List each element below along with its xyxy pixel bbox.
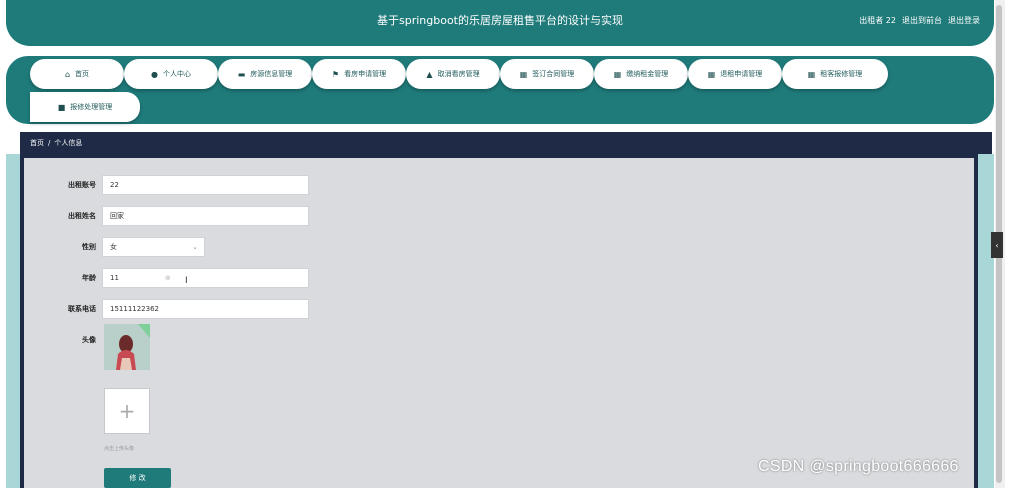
upload-avatar-button[interactable]: +	[104, 388, 150, 434]
app-title: 基于springboot的乐居房屋租售平台的设计与实现	[376, 14, 623, 27]
watermark: CSDN @springboot666666	[758, 458, 959, 475]
nav-item-profile[interactable]: ● 个人中心	[124, 59, 218, 89]
user-icon: ●	[151, 69, 158, 79]
age-label: 年龄	[82, 274, 96, 282]
account-row: 出租账号 22	[24, 175, 309, 195]
page: 基于springboot的乐居房屋租售平台的设计与实现 出租者 22 退出到前台…	[0, 0, 1009, 488]
nav-item-repair-handling[interactable]: ■ 报修处理管理	[30, 92, 140, 122]
plus-icon: +	[118, 399, 136, 423]
gender-select[interactable]: 女 ⌄	[102, 237, 205, 257]
breadcrumb-current: 个人信息	[54, 139, 83, 147]
gender-label: 性别	[82, 243, 96, 251]
grid-icon: ▦	[807, 69, 816, 79]
phone-row: 联系电话 15111122362	[24, 299, 309, 319]
upload-hint: 点击上传头像	[104, 446, 135, 452]
text-cursor-icon: I	[185, 276, 188, 286]
nav-item-viewing-requests[interactable]: ⚑ 看房申请管理	[312, 59, 406, 89]
nav-item-listings[interactable]: ▬ 房源信息管理	[218, 59, 312, 89]
account-input[interactable]: 22	[102, 175, 309, 195]
gender-row: 性别 女 ⌄	[24, 237, 205, 257]
phone-input[interactable]: 15111122362	[102, 299, 309, 319]
chevron-down-icon: ⌄	[192, 243, 198, 251]
collapse-tab[interactable]: ‹	[991, 232, 1003, 258]
gender-value: 女	[110, 243, 117, 251]
breadcrumb-separator: /	[48, 139, 51, 147]
avatar-label: 头像	[82, 336, 96, 344]
name-row: 出租姓名 回家	[24, 206, 309, 226]
name-input[interactable]: 回家	[102, 206, 309, 226]
name-label: 出租姓名	[68, 212, 96, 220]
background-strip-right	[978, 154, 994, 488]
age-row: 年龄 11 ⊗	[24, 268, 309, 288]
grid-icon: ▦	[519, 69, 528, 79]
current-user: 出租者 22	[859, 16, 896, 25]
briefcase-icon: ■	[57, 102, 66, 112]
age-value: 11	[110, 274, 119, 282]
flag-icon: ⚑	[331, 69, 340, 79]
logout-link[interactable]: 退出登录	[948, 15, 980, 26]
thumb-icon: ▲	[426, 69, 433, 79]
home-icon: ⌂	[64, 69, 71, 79]
grid-icon: ▦	[613, 69, 622, 79]
nav-item-checkout-requests[interactable]: ▦ 退租申请管理	[688, 59, 782, 89]
grid-icon: ▦	[707, 69, 716, 79]
nav-item-tenant-repairs[interactable]: ▦ 租客报修管理	[782, 59, 888, 89]
background-strip-left	[6, 154, 20, 488]
nav-item-cancel-viewing[interactable]: ▲ 取消看房管理	[406, 59, 500, 89]
avatar-row: 头像	[24, 335, 102, 345]
submit-button[interactable]: 修 改	[104, 468, 171, 488]
account-label: 出租账号	[68, 181, 96, 189]
phone-label: 联系电话	[68, 305, 96, 313]
back-to-front-link[interactable]: 退出到前台	[902, 15, 942, 26]
breadcrumb: 首页 / 个人信息	[20, 132, 992, 154]
avatar-image[interactable]	[104, 324, 150, 370]
nav-item-rent-payments[interactable]: ▦ 缴纳租金管理	[594, 59, 688, 89]
main-nav: ⌂ 首页 ● 个人中心 ▬ 房源信息管理 ⚑ 看房申请管理 ▲ 取消看房管理 ▦ 签订合同管…	[6, 56, 994, 124]
header: 基于springboot的乐居房屋租售平台的设计与实现 出租者 22 退出到前台…	[6, 0, 994, 46]
nav-item-contracts[interactable]: ▦ 签订合同管理	[500, 59, 594, 89]
nav-item-home[interactable]: ⌂ 首页	[30, 59, 124, 89]
avatar-illustration	[104, 324, 150, 370]
breadcrumb-home[interactable]: 首页	[30, 138, 44, 148]
header-actions: 出租者 22 退出到前台 退出登录	[859, 15, 980, 26]
age-input[interactable]: 11 ⊗	[102, 268, 309, 288]
clear-icon[interactable]: ⊗	[165, 274, 171, 282]
comment-icon: ▬	[237, 69, 246, 79]
